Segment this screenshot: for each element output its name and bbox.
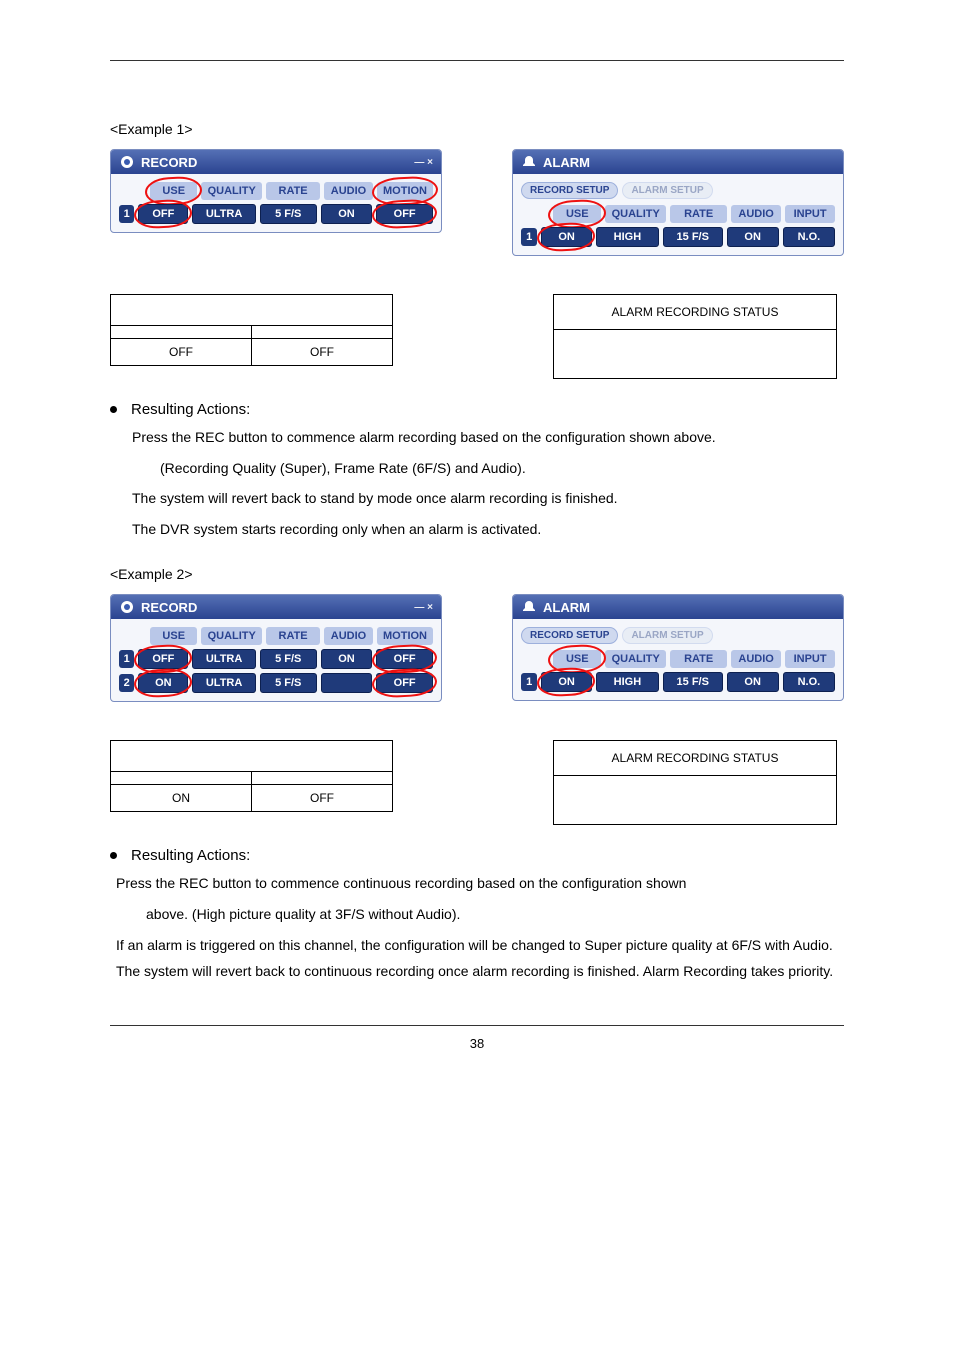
alarm-icon — [521, 599, 537, 615]
val-motion[interactable]: OFF — [376, 204, 433, 224]
val-audio[interactable]: ON — [727, 672, 779, 692]
row-num: 1 — [119, 650, 134, 668]
record-icon — [119, 599, 135, 615]
val-rate[interactable]: 5 F/S — [260, 649, 317, 669]
col-use: USE — [150, 182, 197, 200]
val-input[interactable]: N.O. — [783, 227, 835, 247]
val-quality[interactable]: ULTRA — [192, 204, 256, 224]
row-num: 2 — [119, 674, 134, 692]
panel-window-controls: — × — [414, 602, 433, 613]
val-use[interactable]: ON — [541, 672, 591, 692]
bullet-ex2: Resulting Actions: — [110, 847, 844, 864]
alarm-rec-status: ALARM RECORDING STATUS — [554, 295, 837, 330]
record-icon — [119, 154, 135, 170]
record-panel-header-2: RECORD — × — [111, 595, 441, 619]
row-num: 1 — [521, 228, 537, 246]
record-panel-header: RECORD — × — [111, 150, 441, 174]
val-quality[interactable]: HIGH — [596, 227, 659, 247]
bottom-rule — [110, 1025, 844, 1026]
alarm-panel: ALARM RECORD SETUP ALARM SETUP USE QUALI… — [512, 149, 844, 256]
val-motion[interactable]: OFF — [376, 673, 433, 693]
col-quality: QUALITY — [201, 627, 262, 645]
col-motion: MOTION — [377, 627, 433, 645]
col-rate: RATE — [266, 627, 320, 645]
tab-record-setup[interactable]: RECORD SETUP — [521, 182, 618, 199]
record-title: RECORD — [141, 155, 197, 170]
val-audio[interactable] — [321, 673, 373, 693]
alarm-panel-2: ALARM RECORD SETUP ALARM SETUP USE QUALI… — [512, 594, 844, 701]
resulting-actions-label: Resulting Actions: — [131, 401, 250, 418]
val-rate[interactable]: 15 F/S — [663, 227, 723, 247]
record-panel-2: RECORD — × USE QUALITY RATE AUDIO MOTION… — [110, 594, 442, 702]
status-table-ex2-right: ALARM RECORDING STATUS — [553, 740, 837, 825]
tab-alarm-setup[interactable]: ALARM SETUP — [622, 182, 712, 199]
col-rate: RATE — [266, 182, 320, 200]
val-audio[interactable]: ON — [321, 649, 373, 669]
status-table-ex1-right: ALARM RECORDING STATUS — [553, 294, 837, 379]
val-quality[interactable]: ULTRA — [192, 649, 256, 669]
cell-off-1: OFF — [111, 339, 252, 366]
col-input: INPUT — [785, 205, 835, 223]
val-use[interactable]: ON — [138, 673, 188, 693]
p1-l2: (Recording Quality (Super), Frame Rate (… — [160, 455, 844, 482]
alarm-icon — [521, 154, 537, 170]
page-number: 38 — [110, 1036, 844, 1051]
alarm-title-2: ALARM — [543, 600, 590, 615]
col-quality: QUALITY — [605, 650, 666, 668]
val-use[interactable]: ON — [541, 227, 591, 247]
val-rate[interactable]: 5 F/S — [260, 204, 317, 224]
record-panel: RECORD — × USE QUALITY RATE AUDIO MOTION… — [110, 149, 442, 233]
val-rate[interactable]: 15 F/S — [663, 672, 723, 692]
alarm-title: ALARM — [543, 155, 590, 170]
col-quality: QUALITY — [605, 205, 666, 223]
status-table-ex2-left: ONOFF — [110, 740, 393, 812]
example2-heading: <Example 2> — [110, 566, 844, 582]
top-rule — [110, 60, 844, 61]
resulting-actions-label-2: Resulting Actions: — [131, 847, 250, 864]
val-motion[interactable]: OFF — [376, 649, 433, 669]
cell-off: OFF — [252, 785, 393, 812]
record-title-2: RECORD — [141, 600, 197, 615]
row-num: 1 — [521, 673, 537, 691]
val-use[interactable]: OFF — [138, 204, 188, 224]
val-input[interactable]: N.O. — [783, 672, 835, 692]
col-audio: AUDIO — [324, 627, 373, 645]
col-audio: AUDIO — [731, 205, 781, 223]
val-audio[interactable]: ON — [727, 227, 779, 247]
cell-off-2: OFF — [252, 339, 393, 366]
col-use: USE — [553, 205, 601, 223]
col-use: USE — [150, 627, 197, 645]
p2-l1: Press the REC button to commence continu… — [116, 870, 844, 897]
alarm-panel-header: ALARM — [513, 150, 843, 174]
alarm-panel-header-2: ALARM — [513, 595, 843, 619]
val-use[interactable]: OFF — [138, 649, 188, 669]
status-table-ex1-left: OFFOFF — [110, 294, 393, 366]
row-num: 1 — [119, 205, 134, 223]
tab-record-setup[interactable]: RECORD SETUP — [521, 627, 618, 644]
tab-alarm-setup[interactable]: ALARM SETUP — [622, 627, 712, 644]
col-motion: MOTION — [377, 182, 433, 200]
cell-on: ON — [111, 785, 252, 812]
p1-l1: Press the REC button to commence alarm r… — [132, 424, 844, 451]
val-quality[interactable]: HIGH — [596, 672, 659, 692]
p1-l4: The DVR system starts recording only whe… — [132, 516, 844, 543]
col-rate: RATE — [670, 650, 727, 668]
val-audio[interactable]: ON — [321, 204, 373, 224]
p2-l2: above. (High picture quality at 3F/S wit… — [146, 901, 844, 928]
panel-window-controls: — × — [414, 157, 433, 168]
p1-l3: The system will revert back to stand by … — [132, 485, 844, 512]
bullet-ex1: Resulting Actions: — [110, 401, 844, 418]
example1-heading: <Example 1> — [110, 121, 844, 137]
alarm-rec-status-2: ALARM RECORDING STATUS — [554, 741, 837, 776]
col-audio: AUDIO — [731, 650, 781, 668]
val-quality[interactable]: ULTRA — [192, 673, 256, 693]
col-audio: AUDIO — [324, 182, 373, 200]
val-rate[interactable]: 5 F/S — [260, 673, 317, 693]
p2-l3: If an alarm is triggered on this channel… — [116, 932, 844, 985]
col-rate: RATE — [670, 205, 727, 223]
col-input: INPUT — [785, 650, 835, 668]
col-quality: QUALITY — [201, 182, 262, 200]
col-use: USE — [553, 650, 601, 668]
